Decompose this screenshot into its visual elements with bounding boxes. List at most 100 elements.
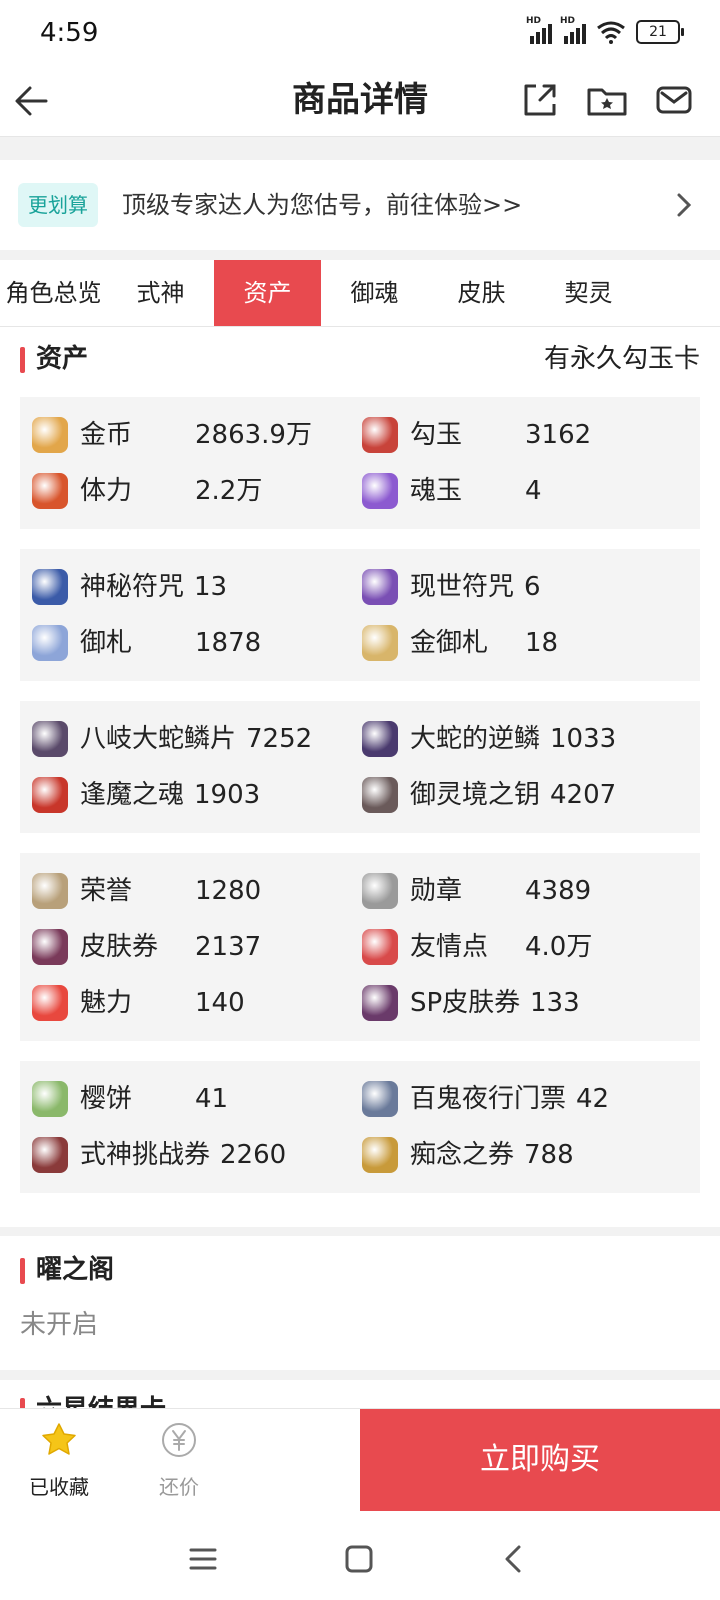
- asset-value: 4207: [550, 780, 617, 810]
- wifi-icon: [597, 21, 625, 44]
- asset-value: 788: [524, 1140, 574, 1170]
- yaozhige-header: 曜之阁: [20, 1250, 700, 1290]
- promo-text: 顶级专家达人为您估号，前往体验>>: [122, 191, 523, 219]
- tab-assets[interactable]: 资产: [214, 260, 321, 326]
- asset-group: 樱饼 41 百鬼夜行门票 42 式神挑战券 2260 痴念之券 788: [20, 1061, 700, 1193]
- asset-label: 痴念之券: [410, 1140, 515, 1170]
- section-marker: [20, 1258, 25, 1284]
- asset-label: 金币: [80, 420, 133, 450]
- home-icon[interactable]: [342, 1542, 376, 1576]
- asset-value: 133: [530, 988, 580, 1018]
- asset-label: 御灵境之钥: [410, 780, 541, 810]
- favorite-label: 已收藏: [29, 1475, 89, 1499]
- tab-bar: 角色总览 式神 资产 御魂 皮肤 契灵: [0, 260, 720, 327]
- yen-icon: [162, 1423, 196, 1457]
- asset-value: 42: [576, 1084, 610, 1114]
- asset-icon: [362, 1081, 398, 1117]
- asset-icon: [362, 873, 398, 909]
- yaozhige-title: 曜之阁: [36, 1255, 115, 1285]
- asset-group: 八岐大蛇鳞片 7252 大蛇的逆鳞 1033 逢魔之魂 1903 御灵境之钥 4207: [20, 701, 700, 833]
- asset-label: 式神挑战券: [80, 1140, 211, 1170]
- asset-icon: [32, 777, 68, 813]
- asset-row: 金币 2863.9万 勾玉 3162: [20, 407, 700, 463]
- share-icon[interactable]: [518, 78, 562, 122]
- asset-value: 140: [195, 988, 245, 1018]
- back-icon[interactable]: [498, 1542, 532, 1576]
- asset-label: 大蛇的逆鳞: [410, 724, 541, 754]
- asset-label: 勾玉: [410, 420, 463, 450]
- asset-item: 魅力 140: [32, 975, 362, 1031]
- menu-icon[interactable]: [186, 1542, 220, 1576]
- asset-value: 2863.9万: [195, 420, 312, 450]
- asset-icon: [32, 417, 68, 453]
- asset-icon: [32, 985, 68, 1021]
- asset-icon: [32, 569, 68, 605]
- asset-item: 式神挑战券 2260: [32, 1127, 362, 1183]
- next-section: 六星结界卡: [0, 1380, 720, 1410]
- asset-item: 体力 2.2万: [32, 463, 362, 519]
- asset-group: 神秘符咒 13 现世符咒 6 御札 1878 金御札 18: [20, 549, 700, 681]
- asset-item: 御灵境之钥 4207: [362, 767, 692, 823]
- asset-row: 逢魔之魂 1903 御灵境之钥 4207: [20, 767, 700, 823]
- assets-note: 有永久勾玉卡: [543, 344, 700, 374]
- asset-label: 荣誉: [80, 876, 133, 906]
- tab-skins[interactable]: 皮肤: [428, 260, 535, 326]
- asset-icon: [32, 1137, 68, 1173]
- signal-icon-2: HD: [560, 16, 586, 44]
- asset-label: 魂玉: [410, 476, 463, 506]
- asset-row: 式神挑战券 2260 痴念之券 788: [20, 1127, 700, 1183]
- asset-label: 金御札: [410, 628, 489, 658]
- asset-label: SP皮肤券: [410, 988, 521, 1018]
- asset-label: 皮肤券: [80, 932, 159, 962]
- asset-item: 现世符咒 6: [362, 559, 692, 615]
- asset-item: SP皮肤券 133: [362, 975, 692, 1031]
- asset-value: 1878: [195, 628, 262, 658]
- asset-value: 4389: [525, 876, 592, 906]
- bargain-button[interactable]: 还价: [124, 1409, 234, 1519]
- asset-value: 2.2万: [195, 476, 263, 506]
- asset-item: 大蛇的逆鳞 1033: [362, 711, 692, 767]
- asset-label: 百鬼夜行门票: [410, 1084, 567, 1114]
- assets-title: 资产: [36, 344, 89, 374]
- asset-label: 神秘符咒: [80, 572, 185, 602]
- status-bar: 4:59 HD HD 21: [0, 0, 720, 66]
- asset-label: 体力: [80, 476, 133, 506]
- asset-item: 御札 1878: [32, 615, 362, 671]
- asset-icon: [362, 473, 398, 509]
- message-icon[interactable]: [652, 78, 696, 122]
- favorite-folder-icon[interactable]: [584, 78, 630, 122]
- asset-icon: [32, 873, 68, 909]
- asset-icon: [32, 473, 68, 509]
- asset-value: 13: [194, 572, 228, 602]
- asset-row: 八岐大蛇鳞片 7252 大蛇的逆鳞 1033: [20, 711, 700, 767]
- asset-item: 金币 2863.9万: [32, 407, 362, 463]
- tab-mitama[interactable]: 御魂: [321, 260, 428, 326]
- asset-icon: [32, 929, 68, 965]
- battery-icon: 21: [636, 20, 684, 44]
- asset-label: 勋章: [410, 876, 463, 906]
- buy-now-button[interactable]: 立即购买: [360, 1409, 720, 1511]
- asset-icon: [362, 1137, 398, 1173]
- next-section-header: 六星结界卡: [20, 1390, 700, 1410]
- asset-value: 7252: [246, 724, 313, 754]
- asset-label: 魅力: [80, 988, 133, 1018]
- tab-overview[interactable]: 角色总览: [0, 260, 107, 326]
- asset-row: 神秘符咒 13 现世符咒 6: [20, 559, 700, 615]
- asset-row: 体力 2.2万 魂玉 4: [20, 463, 700, 519]
- asset-icon: [32, 1081, 68, 1117]
- tab-qiling[interactable]: 契灵: [535, 260, 642, 326]
- tab-shikigami[interactable]: 式神: [107, 260, 214, 326]
- favorite-button[interactable]: 已收藏: [4, 1409, 114, 1519]
- asset-item: 友情点 4.0万: [362, 919, 692, 975]
- yaozhige-section: 曜之阁 未开启: [0, 1236, 720, 1370]
- asset-icon: [32, 625, 68, 661]
- asset-item: 魂玉 4: [362, 463, 692, 519]
- asset-item: 八岐大蛇鳞片 7252: [32, 711, 362, 767]
- asset-group: 荣誉 1280 勋章 4389 皮肤券 2137 友情点 4.0万 魅力 140 SP皮肤券 133: [20, 853, 700, 1041]
- asset-item: 勾玉 3162: [362, 407, 692, 463]
- promo-banner[interactable]: 更划算 顶级专家达人为您估号，前往体验>>: [0, 160, 720, 250]
- bargain-label: 还价: [159, 1475, 199, 1499]
- asset-icon: [362, 417, 398, 453]
- status-icons: HD HD 21: [526, 16, 684, 44]
- asset-icon: [362, 985, 398, 1021]
